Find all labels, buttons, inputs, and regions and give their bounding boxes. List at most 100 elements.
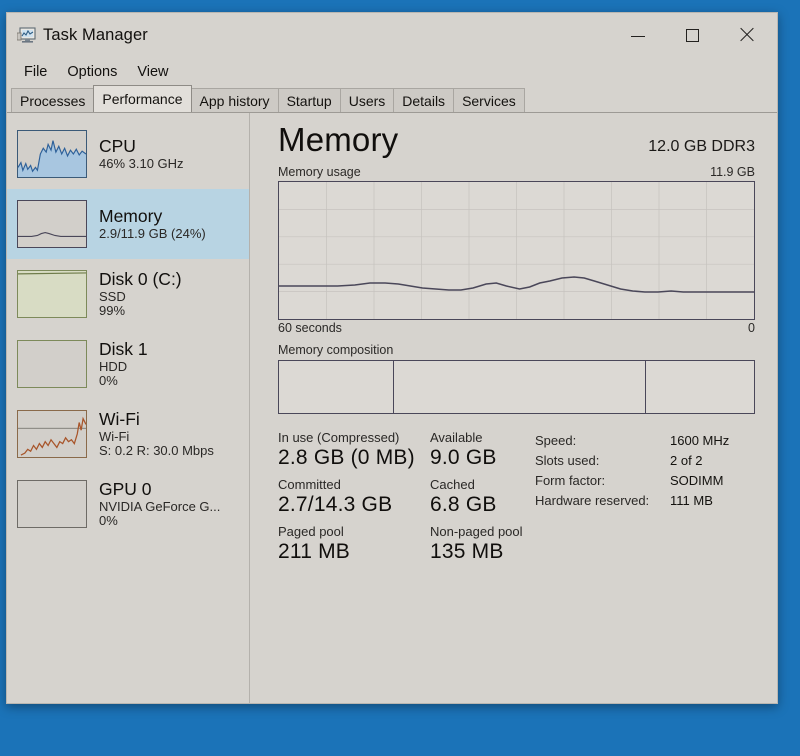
close-icon <box>738 27 754 43</box>
sidebar-item-cpu-sub: 46% 3.10 GHz <box>99 155 184 171</box>
spec-slots-value: 2 of 2 <box>670 453 703 468</box>
tab-performance[interactable]: Performance <box>93 85 192 112</box>
composition-label: Memory composition <box>278 343 394 357</box>
spec-hardware-reserved-value: 111 MB <box>670 493 713 508</box>
task-manager-window: Task Manager File Options View Processes… <box>6 12 778 704</box>
page-title: Memory <box>278 121 399 158</box>
stat-available-value: 9.0 GB <box>430 446 497 469</box>
sidebar-item-memory-title: Memory <box>99 206 163 227</box>
tab-startup[interactable]: Startup <box>277 88 341 112</box>
memory-total-spec: 12.0 GB DDR3 <box>648 138 755 155</box>
usage-graph-time-left: 60 seconds <box>278 321 342 335</box>
sidebar-item-gpu0[interactable]: GPU 0 NVIDIA GeForce G... 0% <box>7 469 249 539</box>
stat-committed: Committed 2.7/14.3 GB <box>278 477 430 517</box>
stat-row-inuse-available: In use (Compressed) 2.8 GB (0 MB) Availa… <box>278 430 525 470</box>
sidebar-item-memory[interactable]: Memory 2.9/11.9 GB (24%) <box>7 189 249 259</box>
sidebar-item-cpu[interactable]: CPU 46% 3.10 GHz <box>7 119 249 189</box>
memory-hardware-specs: Speed: 1600 MHz Slots used: 2 of 2 Form … <box>525 430 729 571</box>
usage-graph-labels: Memory usage 11.9 GB <box>278 165 755 179</box>
memory-sparkline-thumbnail <box>17 200 87 248</box>
sidebar-item-wifi-text: Wi-Fi Wi-Fi S: 0.2 R: 30.0 Mbps <box>99 410 214 458</box>
stat-available: Available 9.0 GB <box>430 430 525 470</box>
maximize-button[interactable] <box>669 13 715 57</box>
sidebar-item-disk0-title: Disk 0 (C:) <box>99 269 182 290</box>
sidebar-item-gpu0-sub1: NVIDIA GeForce G... <box>99 498 221 514</box>
sidebar-item-wifi-title: Wi-Fi <box>99 409 140 430</box>
sidebar-item-gpu0-title: GPU 0 <box>99 479 152 500</box>
content-area: CPU 46% 3.10 GHz Memory 2.9/11.9 GB (24%… <box>7 113 777 703</box>
stat-row-committed-cached: Committed 2.7/14.3 GB Cached 6.8 GB <box>278 477 525 517</box>
menu-item-view[interactable]: View <box>128 62 177 82</box>
tab-app-history[interactable]: App history <box>190 88 279 112</box>
usage-graph-title: Memory usage <box>278 165 361 179</box>
spec-row-speed: Speed: 1600 MHz <box>535 433 729 453</box>
disk0-sparkline-thumbnail <box>17 270 87 318</box>
gpu0-sparkline-thumbnail <box>17 480 87 528</box>
tab-details[interactable]: Details <box>393 88 455 112</box>
sidebar-item-gpu0-sub2: 0% <box>99 512 118 528</box>
sidebar-item-memory-text: Memory 2.9/11.9 GB (24%) <box>99 207 206 241</box>
stat-in-use: In use (Compressed) 2.8 GB (0 MB) <box>278 430 430 470</box>
stat-row-pools: Paged pool 211 MB Non-paged pool 135 MB <box>278 524 525 564</box>
usage-graph-max: 11.9 GB <box>710 165 755 179</box>
stat-cached: Cached 6.8 GB <box>430 477 525 517</box>
sidebar-item-disk1-text: Disk 1 HDD 0% <box>99 340 148 388</box>
sidebar-item-wifi-sub2: S: 0.2 R: 30.0 Mbps <box>99 442 214 458</box>
spec-slots-label: Slots used: <box>535 453 600 468</box>
memory-specs-table: Speed: 1600 MHz Slots used: 2 of 2 Form … <box>535 433 729 513</box>
sidebar-item-memory-sub: 2.9/11.9 GB (24%) <box>99 225 206 241</box>
composition-segment-standby <box>393 361 645 413</box>
tab-users[interactable]: Users <box>339 88 395 112</box>
spec-row-form-factor: Form factor: SODIMM <box>535 473 729 493</box>
spec-hardware-reserved-label: Hardware reserved: <box>535 493 650 508</box>
close-button[interactable] <box>723 13 769 57</box>
sidebar-item-wifi[interactable]: Wi-Fi Wi-Fi S: 0.2 R: 30.0 Mbps <box>7 399 249 469</box>
sidebar-item-disk1-sub1: HDD <box>99 358 128 374</box>
memory-usage-chart <box>279 182 754 319</box>
menu-bar: File Options View <box>7 59 777 85</box>
stat-cached-value: 6.8 GB <box>430 493 497 516</box>
sidebar-item-disk1-sub2: 0% <box>99 372 118 388</box>
stat-paged-pool: Paged pool 211 MB <box>278 524 430 564</box>
maximize-icon <box>685 28 699 42</box>
stat-non-paged-pool-value: 135 MB <box>430 540 504 563</box>
tab-services[interactable]: Services <box>453 88 525 112</box>
stat-in-use-value: 2.8 GB (0 MB) <box>278 446 415 469</box>
stat-paged-pool-label: Paged pool <box>278 524 344 539</box>
menu-item-file[interactable]: File <box>15 62 56 82</box>
spec-form-factor-value: SODIMM <box>670 473 724 488</box>
usage-graph-time-right: 0 <box>748 321 755 335</box>
sidebar-item-disk0[interactable]: Disk 0 (C:) SSD 99% <box>7 259 249 329</box>
stat-available-label: Available <box>430 430 483 445</box>
stat-cached-label: Cached <box>430 477 475 492</box>
panel-header: Memory 12.0 GB DDR3 <box>278 121 755 159</box>
stat-committed-value: 2.7/14.3 GB <box>278 493 393 516</box>
title-bar: Task Manager <box>7 13 777 59</box>
task-manager-monitor-icon <box>16 27 36 44</box>
stat-non-paged-pool-label: Non-paged pool <box>430 524 523 539</box>
menu-item-options[interactable]: Options <box>58 62 126 82</box>
sidebar-item-disk0-text: Disk 0 (C:) SSD 99% <box>99 270 182 318</box>
memory-usage-graph <box>278 181 755 320</box>
composition-segment-free <box>644 361 754 413</box>
memory-stats-grid: In use (Compressed) 2.8 GB (0 MB) Availa… <box>278 430 525 571</box>
cpu-sparkline-thumbnail <box>17 130 87 178</box>
stat-non-paged-pool: Non-paged pool 135 MB <box>430 524 525 564</box>
stat-in-use-label: In use (Compressed) <box>278 430 400 445</box>
minimize-button[interactable] <box>615 13 661 57</box>
spec-speed-label: Speed: <box>535 433 577 448</box>
tab-strip: Processes Performance App history Startu… <box>7 85 777 113</box>
tab-processes[interactable]: Processes <box>11 88 95 112</box>
sidebar-item-disk0-sub2: 99% <box>99 302 126 318</box>
wifi-sparkline-thumbnail <box>17 410 87 458</box>
sidebar-item-gpu0-text: GPU 0 NVIDIA GeForce G... 0% <box>99 480 220 528</box>
stat-committed-label: Committed <box>278 477 341 492</box>
spec-speed-value: 1600 MHz <box>670 433 730 448</box>
sidebar-item-cpu-title: CPU <box>99 136 136 157</box>
minimize-icon <box>631 35 645 37</box>
resource-sidebar: CPU 46% 3.10 GHz Memory 2.9/11.9 GB (24%… <box>7 113 250 703</box>
spec-form-factor-label: Form factor: <box>535 473 606 488</box>
spec-row-slots: Slots used: 2 of 2 <box>535 453 729 473</box>
sidebar-item-disk1[interactable]: Disk 1 HDD 0% <box>7 329 249 399</box>
window-title: Task Manager <box>43 26 148 44</box>
